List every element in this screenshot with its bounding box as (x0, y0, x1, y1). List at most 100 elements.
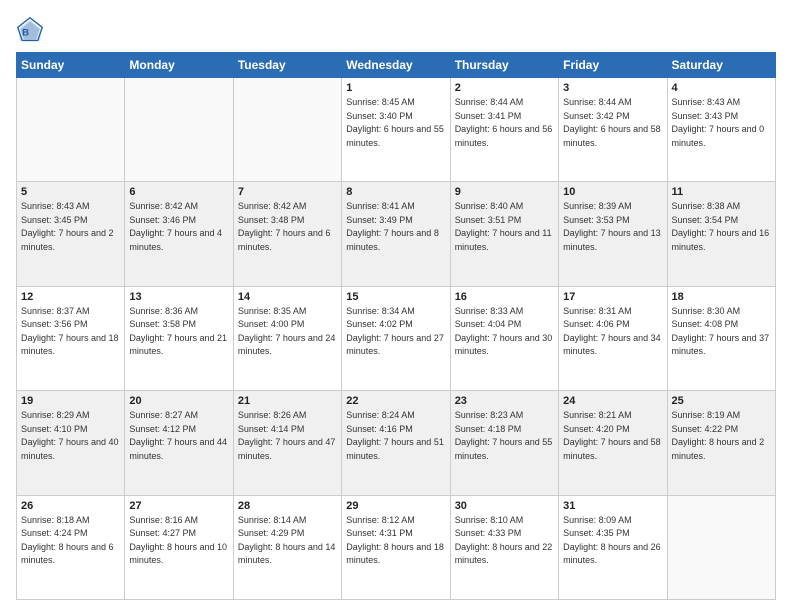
day-info: Sunrise: 8:37 AM Sunset: 3:56 PM Daylight:… (21, 305, 120, 359)
sunset-text: Sunset: 4:22 PM (672, 424, 739, 434)
sunrise-text: Sunrise: 8:09 AM (563, 515, 632, 525)
day-number: 1 (346, 82, 445, 94)
daylight-text: Daylight: 7 hours and 13 minutes. (563, 228, 661, 252)
calendar-cell: 7 Sunrise: 8:42 AM Sunset: 3:48 PM Daylight… (233, 182, 341, 286)
sunset-text: Sunset: 4:35 PM (563, 528, 630, 538)
calendar-cell (125, 78, 233, 182)
sunset-text: Sunset: 3:56 PM (21, 319, 88, 329)
sunrise-text: Sunrise: 8:44 AM (455, 97, 524, 107)
daylight-text: Daylight: 8 hours and 26 minutes. (563, 542, 661, 566)
day-number: 8 (346, 186, 445, 198)
daylight-text: Daylight: 7 hours and 55 minutes. (455, 437, 553, 461)
logo: B (16, 16, 48, 44)
day-info: Sunrise: 8:23 AMSunset: 4:18 PMDaylight:… (455, 409, 554, 463)
calendar-cell: 18Sunrise: 8:30 AMSunset: 4:08 PMDayligh… (667, 286, 775, 390)
day-info: Sunrise: 8:18 AMSunset: 4:24 PMDaylight:… (21, 514, 120, 568)
sunset-text: Sunset: 3:58 PM (129, 319, 196, 329)
daylight-text: Daylight: 8 hours and 6 minutes. (21, 542, 114, 566)
day-number: 28 (238, 500, 337, 512)
weekday-header-saturday: Saturday (667, 53, 775, 78)
sunrise-text: Sunrise: 8:40 AM (455, 201, 524, 211)
sunset-text: Sunset: 4:12 PM (129, 424, 196, 434)
sunset-text: Sunset: 4:16 PM (346, 424, 413, 434)
sunrise-text: Sunrise: 8:37 AM (21, 306, 90, 316)
sunrise-text: Sunrise: 8:29 AM (21, 410, 90, 420)
day-info: Sunrise: 8:09 AM Sunset: 4:35 PM Daylight:… (563, 514, 662, 568)
sunset-text: Sunset: 4:14 PM (238, 424, 305, 434)
day-info: Sunrise: 8:45 AMSunset: 3:40 PMDaylight:… (346, 96, 445, 150)
sunrise-text: Sunrise: 8:34 AM (346, 306, 415, 316)
sunset-text: Sunset: 3:54 PM (672, 215, 739, 225)
daylight-text: Daylight: 7 hours and 0 minutes. (672, 124, 765, 148)
day-info: Sunrise: 8:34 AMSunset: 4:02 PMDaylight:… (346, 305, 445, 359)
calendar-cell (667, 495, 775, 599)
day-info: Sunrise: 8:43 AMSunset: 3:43 PMDaylight:… (672, 96, 771, 150)
header: B (16, 16, 776, 44)
calendar-cell: 24Sunrise: 8:21 AMSunset: 4:20 PMDayligh… (559, 391, 667, 495)
day-info: Sunrise: 8:29 AMSunset: 4:10 PMDaylight:… (21, 409, 120, 463)
calendar-cell: 13Sunrise: 8:36 AMSunset: 3:58 PMDayligh… (125, 286, 233, 390)
sunset-text: Sunset: 3:43 PM (672, 111, 739, 121)
calendar-cell: 12 Sunrise: 8:37 AM Sunset: 3:56 PM Dayligh… (17, 286, 125, 390)
day-info: Sunrise: 8:30 AMSunset: 4:08 PMDaylight:… (672, 305, 771, 359)
day-info: Sunrise: 8:44 AMSunset: 3:42 PMDaylight:… (563, 96, 662, 150)
day-number: 11 (672, 186, 771, 198)
daylight-text: Daylight: 7 hours and 6 minutes. (238, 228, 331, 252)
sunrise-text: Sunrise: 8:42 AM (238, 201, 307, 211)
sunset-text: Sunset: 3:41 PM (455, 111, 522, 121)
day-info: Sunrise: 8:14 AMSunset: 4:29 PMDaylight:… (238, 514, 337, 568)
sunset-text: Sunset: 4:06 PM (563, 319, 630, 329)
weekday-header-tuesday: Tuesday (233, 53, 341, 78)
day-number: 12 (21, 291, 120, 303)
sunset-text: Sunset: 4:31 PM (346, 528, 413, 538)
sunset-text: Sunset: 3:46 PM (129, 215, 196, 225)
daylight-text: Daylight: 7 hours and 40 minutes. (21, 437, 119, 461)
daylight-text: Daylight: 6 hours and 58 minutes. (563, 124, 661, 148)
weekday-header-friday: Friday (559, 53, 667, 78)
sunrise-text: Sunrise: 8:18 AM (21, 515, 90, 525)
day-info: Sunrise: 8:38 AMSunset: 3:54 PMDaylight:… (672, 200, 771, 254)
sunrise-text: Sunrise: 8:19 AM (672, 410, 741, 420)
weekday-header-thursday: Thursday (450, 53, 558, 78)
day-number: 31 (563, 500, 662, 512)
daylight-text: Daylight: 7 hours and 30 minutes. (455, 333, 553, 357)
sunrise-text: Sunrise: 8:16 AM (129, 515, 198, 525)
calendar-table: SundayMondayTuesdayWednesdayThursdayFrid… (16, 52, 776, 600)
sunset-text: Sunset: 4:08 PM (672, 319, 739, 329)
sunrise-text: Sunrise: 8:14 AM (238, 515, 307, 525)
day-number: 21 (238, 395, 337, 407)
day-number: 9 (455, 186, 554, 198)
weekday-header-monday: Monday (125, 53, 233, 78)
day-info: Sunrise: 8:40 AM Sunset: 3:51 PM Daylight:… (455, 200, 554, 254)
sunset-text: Sunset: 3:51 PM (455, 215, 522, 225)
daylight-text: Daylight: 8 hours and 18 minutes. (346, 542, 444, 566)
day-info: Sunrise: 8:10 AMSunset: 4:33 PMDaylight:… (455, 514, 554, 568)
daylight-text: Daylight: 7 hours and 11 minutes. (455, 228, 552, 252)
calendar-cell: 19Sunrise: 8:29 AMSunset: 4:10 PMDayligh… (17, 391, 125, 495)
calendar-cell (17, 78, 125, 182)
day-info: Sunrise: 8:19 AMSunset: 4:22 PMDaylight:… (672, 409, 771, 463)
daylight-text: Daylight: 7 hours and 18 minutes. (21, 333, 119, 357)
sunset-text: Sunset: 4:33 PM (455, 528, 522, 538)
daylight-text: Daylight: 7 hours and 4 minutes. (129, 228, 222, 252)
daylight-text: Daylight: 8 hours and 10 minutes. (129, 542, 227, 566)
sunset-text: Sunset: 3:53 PM (563, 215, 630, 225)
day-number: 7 (238, 186, 337, 198)
sunrise-text: Sunrise: 8:26 AM (238, 410, 307, 420)
daylight-text: Daylight: 6 hours and 56 minutes. (455, 124, 553, 148)
day-number: 15 (346, 291, 445, 303)
sunset-text: Sunset: 3:48 PM (238, 215, 305, 225)
calendar-cell: 9 Sunrise: 8:40 AM Sunset: 3:51 PM Daylight… (450, 182, 558, 286)
calendar-cell: 8Sunrise: 8:41 AMSunset: 3:49 PMDaylight… (342, 182, 450, 286)
calendar-cell: 28 Sunrise: 8:14 AMSunset: 4:29 PMDayligh… (233, 495, 341, 599)
calendar-cell: 10Sunrise: 8:39 AMSunset: 3:53 PMDayligh… (559, 182, 667, 286)
calendar-cell: 6Sunrise: 8:42 AMSunset: 3:46 PMDaylight… (125, 182, 233, 286)
day-number: 17 (563, 291, 662, 303)
day-info: Sunrise: 8:31 AMSunset: 4:06 PMDaylight:… (563, 305, 662, 359)
sunset-text: Sunset: 3:45 PM (21, 215, 88, 225)
calendar-cell: 1 Sunrise: 8:45 AMSunset: 3:40 PMDaylight… (342, 78, 450, 182)
sunset-text: Sunset: 3:40 PM (346, 111, 413, 121)
day-info: Sunrise: 8:16 AMSunset: 4:27 PMDaylight:… (129, 514, 228, 568)
daylight-text: Daylight: 7 hours and 44 minutes. (129, 437, 227, 461)
day-number: 30 (455, 500, 554, 512)
